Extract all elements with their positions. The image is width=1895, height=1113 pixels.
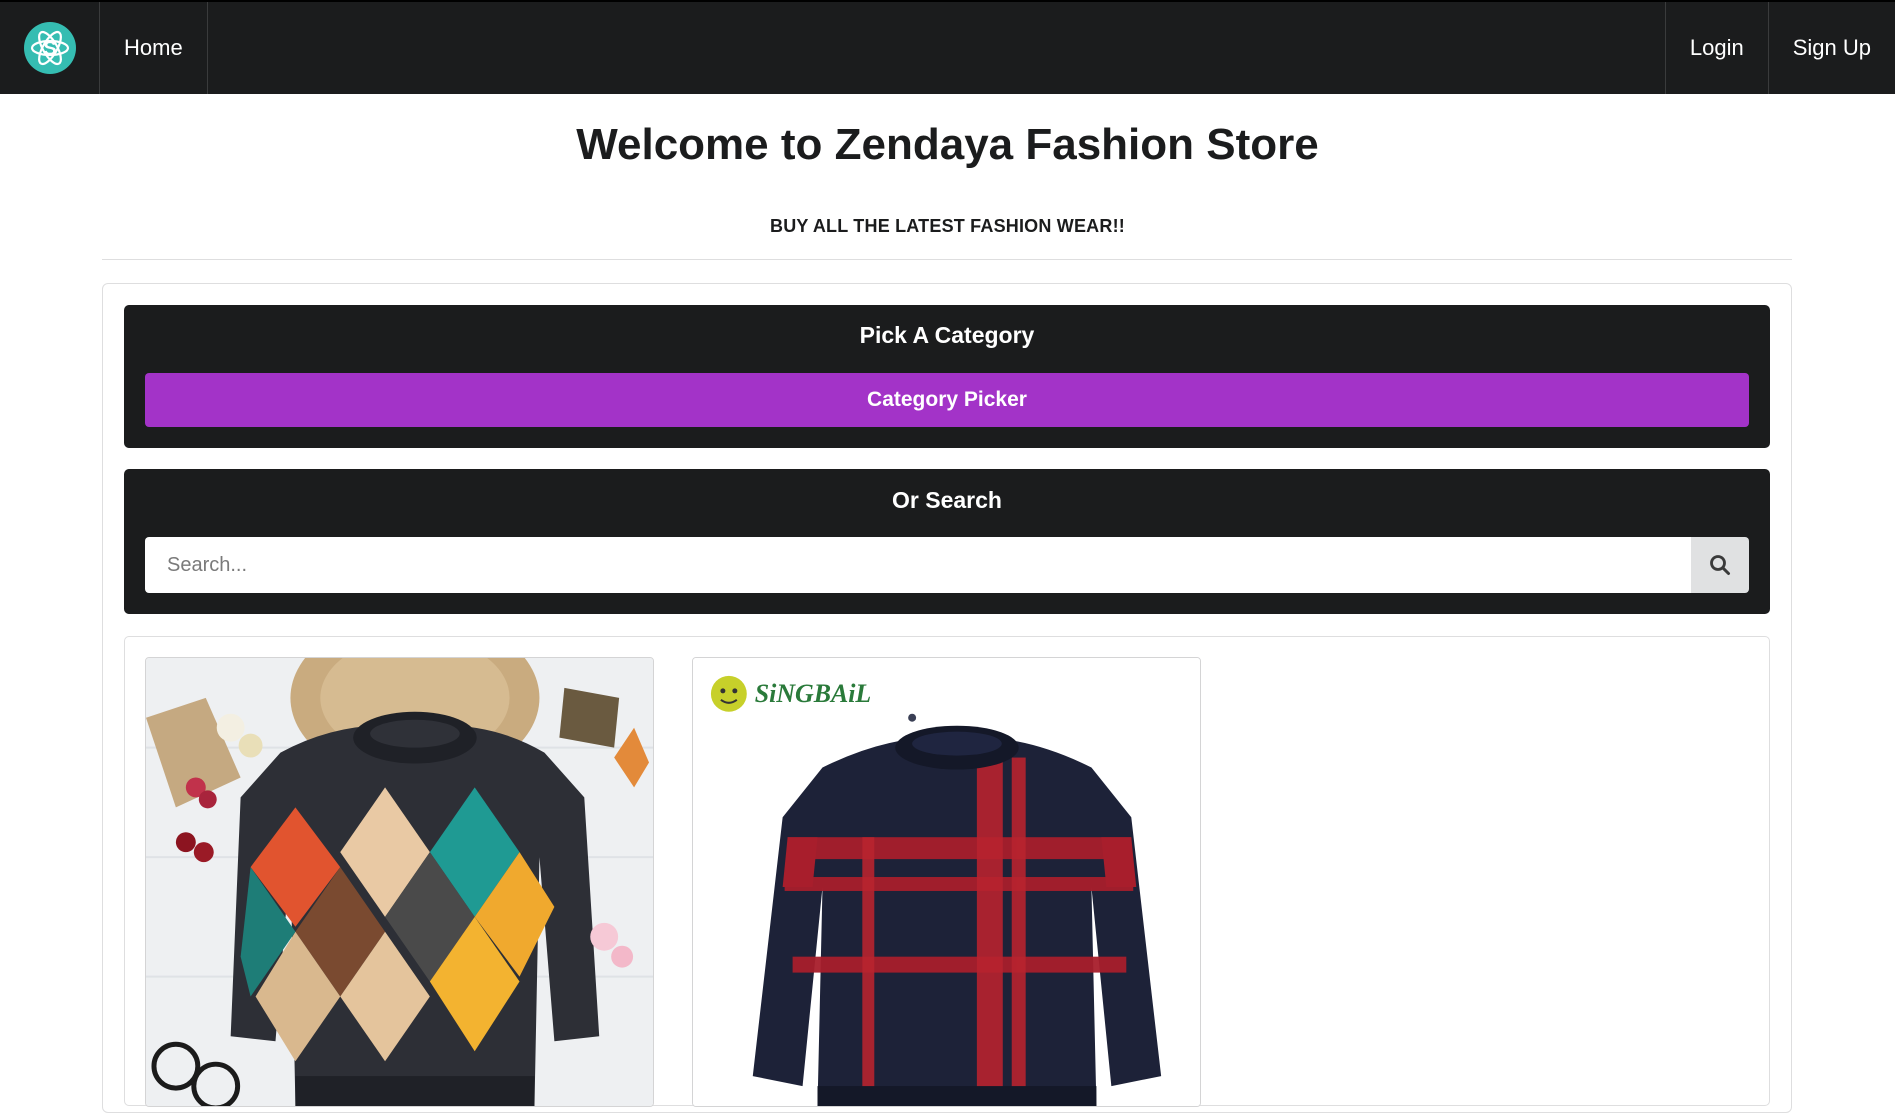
nav-home-link[interactable]: Home: [100, 2, 208, 94]
top-navbar: S Home Login Sign Up: [0, 0, 1895, 94]
search-icon: [1710, 555, 1730, 575]
plaid-sweater-photo: SiNGBAiL: [693, 658, 1200, 1106]
brand-logo: SiNGBAiL: [710, 675, 871, 712]
atom-s-logo-icon: S: [23, 22, 76, 74]
header-divider: [102, 259, 1792, 260]
search-input[interactable]: [145, 537, 1691, 593]
page-subtitle: BUY ALL THE LATEST FASHION WEAR!!: [770, 216, 1125, 236]
page-title: Welcome to Zendaya Fashion Store: [576, 120, 1319, 169]
main-content-card: Pick A Category Category Picker Or Searc…: [102, 283, 1792, 1113]
svg-text:S: S: [43, 38, 56, 60]
nav-signup-link[interactable]: Sign Up: [1767, 2, 1895, 94]
category-picker-button[interactable]: Category Picker: [145, 373, 1749, 427]
argyle-sweater-photo: [146, 658, 653, 1106]
products-grid: SiNGBAiL: [124, 636, 1770, 1107]
search-bar: [145, 537, 1749, 593]
search-heading: Or Search: [892, 487, 1002, 513]
logo[interactable]: S: [0, 2, 100, 94]
search-panel: Or Search: [124, 469, 1770, 614]
brand-logo-text: SiNGBAiL: [755, 679, 871, 708]
category-panel: Pick A Category Category Picker: [124, 305, 1770, 448]
product-card[interactable]: SiNGBAiL: [692, 657, 1201, 1107]
category-heading: Pick A Category: [859, 322, 1035, 348]
search-button[interactable]: [1691, 537, 1749, 593]
product-card[interactable]: [145, 657, 654, 1107]
nav-login-link[interactable]: Login: [1664, 2, 1768, 94]
